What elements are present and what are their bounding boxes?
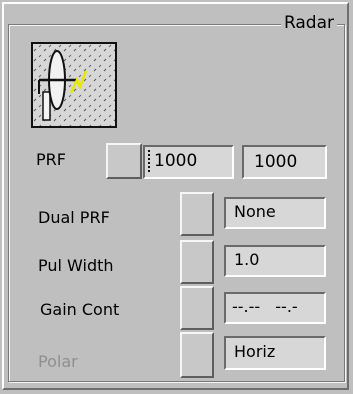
prf-label: PRF [36, 150, 66, 169]
dual-prf-value: None [234, 202, 276, 221]
polar-field: Horiz [224, 336, 326, 370]
gain-cont-button[interactable] [180, 286, 214, 330]
pul-width-value: 1.0 [234, 250, 260, 269]
polar-value: Horiz [234, 342, 276, 361]
pul-width-field: 1.0 [224, 245, 326, 277]
prf-button[interactable] [106, 143, 142, 179]
radar-dish-icon[interactable] [31, 42, 117, 128]
pul-width-label: Pul Width [38, 256, 114, 275]
dual-prf-field: None [224, 197, 326, 229]
text-cursor [148, 150, 150, 174]
prf-input[interactable]: 1000 [143, 145, 234, 179]
gain-cont-field: --.-- --.- [224, 292, 326, 324]
pul-width-button[interactable] [180, 240, 214, 284]
dual-prf-button[interactable] [180, 192, 214, 236]
dual-prf-label: Dual PRF [38, 208, 110, 227]
gain-cont-value: --.-- --.- [232, 297, 298, 316]
prf-value-field: 1000 [242, 145, 327, 179]
group-title: Radar [280, 12, 337, 34]
prf-value: 1000 [254, 152, 298, 172]
gain-cont-label: Gain Cont [40, 300, 120, 319]
polar-button[interactable] [180, 332, 214, 378]
polar-label: Polar [38, 352, 78, 371]
prf-input-value: 1000 [154, 151, 198, 171]
